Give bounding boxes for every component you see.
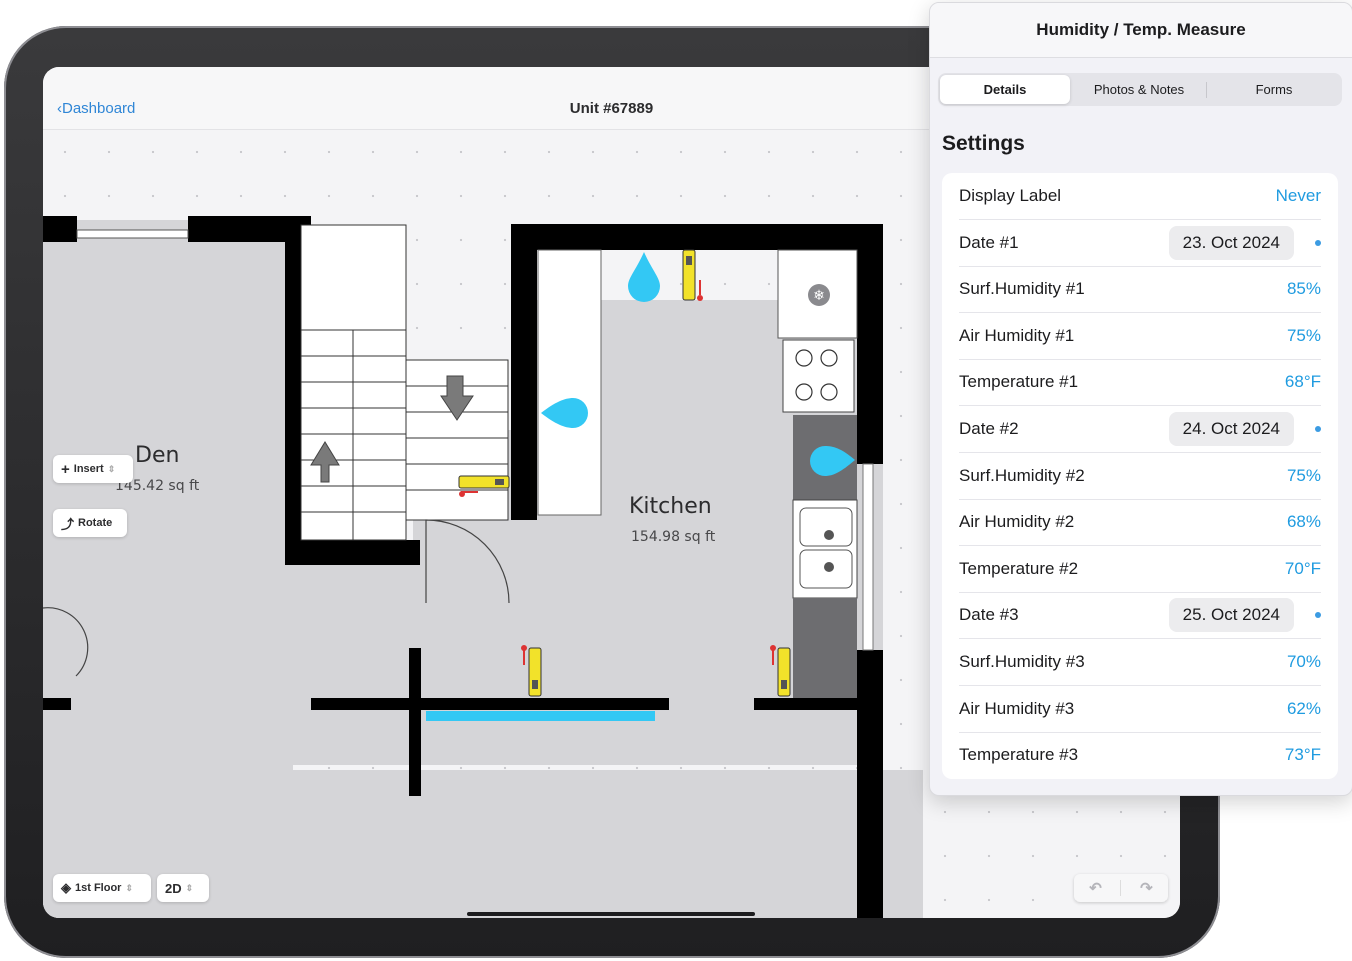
row-label: Temperature #1 [959,372,1079,392]
chevron-updown-icon: ⇕ [125,882,133,893]
list-item[interactable]: Surf.Humidity #1 85% [959,266,1321,314]
row-value[interactable]: 68°F [1285,372,1321,392]
view-label: 2D [165,880,182,896]
row-value[interactable]: 75% [1287,466,1321,486]
counter-segment-lower [793,598,857,698]
row-value[interactable]: 70°F [1285,559,1321,579]
row-label: Date #3 [959,605,1019,625]
view-mode-selector[interactable]: 2D ⇕ [157,874,209,902]
chevron-updown-icon: ⇕ [107,463,116,474]
date-picker[interactable]: 24. Oct 2024 [1168,412,1294,446]
moisture-meter-icon[interactable] [682,249,703,301]
redo-icon[interactable]: ↷ [1140,879,1153,897]
list-item[interactable]: Display Label Never [959,173,1321,220]
floor-selector[interactable]: ◈ 1st Floor ⇕ [53,874,151,902]
kitchen-room-area: 154.98 sq ft [631,529,716,545]
row-label: Air Humidity #3 [959,698,1075,718]
row-label: Date #1 [959,232,1019,252]
undo-redo-group: ↶ ↷ [1074,874,1168,902]
kitchen-counter [537,249,602,516]
row-label: Temperature #2 [959,558,1079,578]
list-item[interactable]: Date #1 23. Oct 2024 [959,220,1321,267]
settings-heading: Settings [942,132,1025,155]
rotate-label: Rotate [78,517,113,529]
home-indicator [467,912,755,916]
list-item[interactable]: Air Humidity #1 75% [959,313,1321,360]
window [76,229,189,239]
tab-bar: Details Photos & Notes Forms [938,73,1342,106]
date-picker[interactable]: 23. Oct 2024 [1168,225,1294,260]
rotate-button[interactable]: ⤴ Rotate [53,509,127,537]
row-label: Temperature #3 [959,745,1079,765]
measurement-panel: Humidity / Temp. Measure Details Photos … [929,2,1352,796]
list-item[interactable]: Surf.Humidity #2 75% [959,453,1321,500]
row-label: Surf.Humidity #2 [959,465,1085,485]
date-picker[interactable]: 25. Oct 2024 [1168,598,1294,633]
row-label: Surf.Humidity #1 [959,279,1085,299]
row-label: Date #2 [959,419,1019,438]
list-item[interactable]: Date #3 25. Oct 2024 [959,592,1321,640]
tab-forms[interactable]: Forms [1208,75,1340,104]
chevron-updown-icon: ⇕ [185,882,194,893]
list-item[interactable]: Temperature #2 70°F [959,546,1321,593]
den-room-name: Den [135,443,180,468]
tab-photos-notes[interactable]: Photos & Notes [1073,75,1205,104]
divider [1120,880,1122,896]
status-dot [1315,239,1321,246]
row-label: Air Humidity #2 [959,512,1075,532]
row-value[interactable]: 75% [1287,326,1321,346]
row-value[interactable]: 85% [1287,279,1321,299]
row-label: Display Label [959,186,1062,205]
wet-wall-highlight [426,711,655,721]
panel-header: Humidity / Temp. Measure [930,3,1352,58]
svg-text:❄: ❄ [813,288,825,304]
stove [782,339,855,413]
status-dot [1315,612,1321,619]
list-item[interactable]: Air Humidity #3 62% [959,686,1321,733]
layers-icon: ◈ [61,880,71,895]
row-value[interactable]: 70% [1287,652,1321,672]
settings-list: Display Label Never Date #1 23. Oct 2024… [942,173,1338,779]
floor-label: 1st Floor [75,882,122,894]
panel-title: Humidity / Temp. Measure [1036,20,1246,39]
row-value[interactable]: 62% [1287,699,1321,719]
rotate-icon: ⤴ [61,516,75,532]
status-dot [1315,426,1321,432]
list-item[interactable]: Temperature #3 73°F [959,732,1321,778]
plus-icon: + [61,460,70,478]
insert-label: Insert [73,463,104,475]
row-label: Surf.Humidity #3 [959,652,1085,671]
list-item[interactable]: Temperature #1 68°F [959,359,1321,407]
row-label: Air Humidity #1 [959,325,1075,345]
tab-divider [1206,82,1207,98]
side-window [862,463,874,651]
list-item[interactable]: Surf.Humidity #3 70% [959,639,1321,686]
lower-floor-edge [883,770,923,918]
kitchen-room-name: Kitchen [629,494,712,519]
row-value[interactable]: Never [1276,186,1321,206]
undo-icon[interactable]: ↶ [1089,879,1102,897]
row-value[interactable]: 73°F [1285,745,1321,765]
tab-details[interactable]: Details [940,75,1070,104]
insert-button[interactable]: + Insert ⇕ [53,455,133,483]
list-item[interactable]: Air Humidity #2 68% [959,499,1321,547]
row-value[interactable]: 68% [1287,512,1321,532]
list-item[interactable]: Date #2 24. Oct 2024 [959,406,1321,453]
water-drop-icon [628,252,660,302]
